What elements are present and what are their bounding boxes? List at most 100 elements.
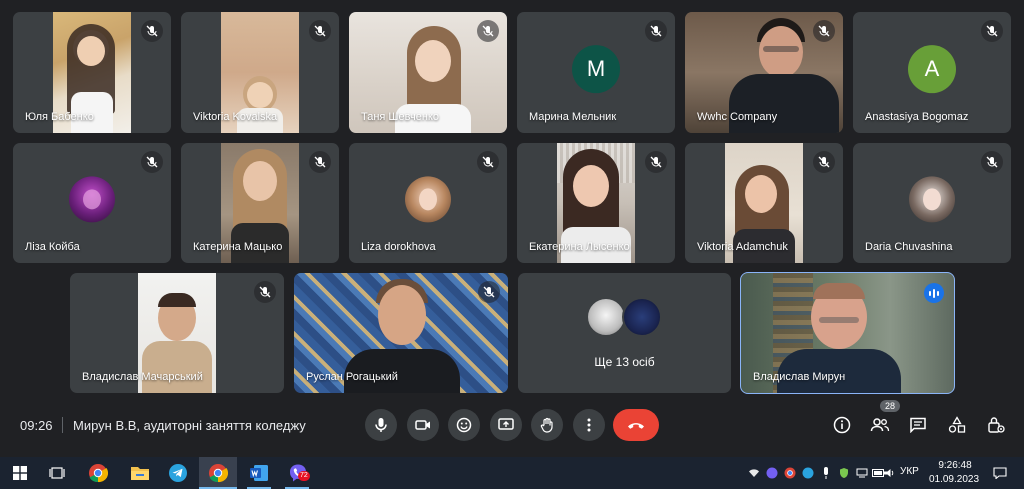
participant-name: Таня Шевченко — [361, 111, 439, 123]
muted-mic-icon — [141, 151, 163, 173]
hang-up-icon — [628, 423, 644, 429]
task-view-icon — [49, 467, 65, 479]
present-button[interactable] — [490, 409, 522, 441]
participant-tile[interactable]: Viktoria Adamchuk — [685, 143, 843, 263]
participant-tile[interactable]: Екатерина Лысенко — [517, 143, 675, 263]
participant-tile[interactable]: Wwhc Company — [685, 12, 843, 133]
participant-name: Руслан Рогацький — [306, 371, 398, 383]
present-icon — [498, 418, 514, 430]
host-controls-button[interactable] — [984, 413, 1008, 437]
participant-avatar: M — [572, 44, 620, 93]
hang-up-button[interactable] — [613, 409, 659, 441]
activities-icon — [948, 416, 966, 433]
muted-mic-icon — [309, 151, 331, 173]
participant-tile[interactable]: Liza dorokhova — [349, 143, 507, 263]
emoji-button[interactable] — [448, 409, 480, 441]
chat-icon — [910, 417, 926, 433]
mic-button[interactable] — [365, 409, 397, 441]
participant-name: Катерина Мацько — [193, 241, 283, 253]
muted-mic-icon — [981, 20, 1003, 42]
more-options-icon — [587, 418, 591, 432]
muted-mic-icon — [477, 20, 499, 42]
taskbar-clock-time[interactable]: 9:26:48 — [935, 460, 975, 471]
taskbar-word-button[interactable] — [247, 461, 271, 485]
input-language-indicator[interactable]: УКР — [900, 466, 919, 477]
participant-tile[interactable]: M Марина Мельник — [517, 12, 675, 133]
participant-name: Екатерина Лысенко — [529, 241, 630, 253]
network-tray-icon[interactable] — [855, 466, 869, 480]
chrome-tray-icon[interactable] — [783, 466, 797, 480]
participant-tile[interactable]: Таня Шевченко — [349, 12, 507, 133]
participant-avatar: A — [908, 44, 956, 93]
volume-tray-icon[interactable] — [883, 466, 897, 480]
raise-hand-button[interactable] — [531, 409, 563, 441]
people-button[interactable] — [868, 413, 892, 437]
participant-tile-active-speaker[interactable]: Владислав Мирун — [740, 272, 955, 394]
taskbar-clock-date[interactable]: 01.09.2023 — [928, 474, 980, 485]
shield-tray-icon[interactable] — [837, 466, 851, 480]
others-count-label: Ще 13 осіб — [594, 355, 655, 369]
participant-photo — [405, 176, 451, 223]
muted-mic-icon — [309, 20, 331, 42]
meeting-title: Мирун В.В, аудиторні заняття коледжу — [73, 418, 306, 433]
camera-icon — [415, 420, 430, 430]
windows-taskbar: 72 УКР 9:26:48 01.09.2023 — [0, 457, 1024, 489]
windows-start-button[interactable] — [8, 461, 32, 485]
muted-mic-icon — [254, 281, 276, 303]
muted-mic-icon — [813, 20, 835, 42]
telegram-icon — [169, 464, 187, 482]
participant-name: Daria Chuvashina — [865, 241, 953, 253]
participant-name: Юля Бабенко — [25, 111, 94, 123]
others-avatar — [622, 297, 662, 337]
muted-mic-icon — [477, 151, 499, 173]
meeting-details-button[interactable] — [830, 413, 854, 437]
others-avatar — [586, 297, 626, 337]
taskbar-telegram-button[interactable] — [166, 461, 190, 485]
emoji-icon — [456, 417, 472, 433]
others-tile[interactable]: Ще 13 осіб — [518, 273, 731, 393]
participant-name: Viktoria Adamchuk — [697, 241, 788, 253]
chrome-icon — [89, 464, 108, 483]
participant-name: Viktoria Kovalska — [193, 111, 278, 123]
participant-tile[interactable]: Viktoria Kovalska — [181, 12, 339, 133]
file-explorer-icon — [131, 467, 149, 480]
microphone-tray-icon[interactable] — [819, 466, 833, 480]
task-view-button[interactable] — [45, 461, 69, 485]
activities-button[interactable] — [945, 413, 969, 437]
taskbar-viber-button[interactable]: 72 — [286, 461, 310, 485]
viber-notification-badge: 72 — [298, 471, 310, 481]
taskbar-file-explorer-button[interactable] — [128, 461, 152, 485]
windows-start-icon — [13, 466, 27, 480]
people-icon — [870, 418, 890, 432]
taskbar-chrome-active-button[interactable] — [206, 461, 230, 485]
participant-tile[interactable]: Катерина Мацько — [181, 143, 339, 263]
participant-name: Владислав Мирун — [753, 371, 846, 383]
notification-icon — [993, 467, 1007, 479]
host-controls-icon — [988, 417, 1005, 433]
chrome-icon — [209, 464, 228, 483]
notification-center-button[interactable] — [988, 461, 1012, 485]
meeting-time: 09:26 — [20, 418, 53, 433]
participant-tile[interactable]: Daria Chuvashina — [853, 143, 1011, 263]
word-icon — [250, 465, 268, 481]
participant-photo — [909, 176, 955, 223]
wifi-icon[interactable] — [747, 466, 761, 480]
participant-tile[interactable]: Владислав Мачарський — [70, 273, 284, 393]
participant-count-badge: 28 — [880, 400, 901, 412]
viber-tray-icon[interactable] — [765, 466, 779, 480]
muted-mic-icon — [813, 151, 835, 173]
participant-tile[interactable]: Ліза Койба — [13, 143, 171, 263]
camera-button[interactable] — [407, 409, 439, 441]
participant-tile[interactable]: A Anastasiya Bogomaz — [853, 12, 1011, 133]
participant-tile[interactable]: Юля Бабенко — [13, 12, 171, 133]
muted-mic-icon — [645, 20, 667, 42]
muted-mic-icon — [478, 281, 500, 303]
participant-name: Владислав Мачарський — [82, 371, 203, 383]
divider — [62, 417, 63, 433]
participant-name: Ліза Койба — [25, 241, 80, 253]
telegram-tray-icon[interactable] — [801, 466, 815, 480]
taskbar-chrome-button[interactable] — [86, 461, 110, 485]
more-options-button[interactable] — [573, 409, 605, 441]
chat-button[interactable] — [906, 413, 930, 437]
participant-tile[interactable]: Руслан Рогацький — [294, 273, 508, 393]
